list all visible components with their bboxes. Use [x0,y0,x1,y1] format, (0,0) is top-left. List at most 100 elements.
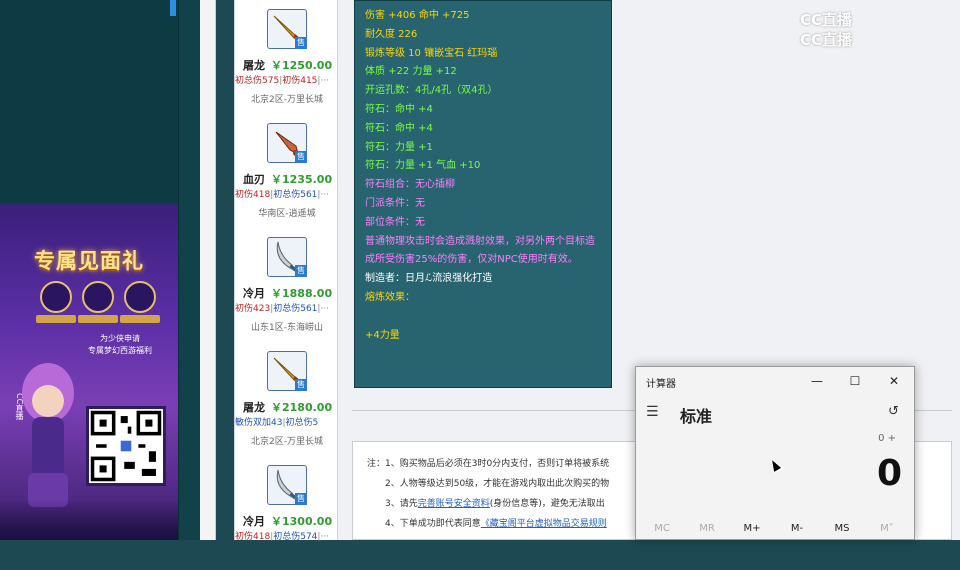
product-item[interactable]: 售 冷月 ￥1300.00 初伤418|初总伤574|··· [235,456,339,570]
product-price: ￥2180.00 [271,401,333,414]
tooltip-line: 体质 +22 力量 +12 [365,66,457,78]
hamburger-menu-icon[interactable]: ☰ [646,404,659,420]
maximize-button[interactable]: ☐ [842,371,868,391]
trade-rules-link[interactable]: 《藏宝阁平台虚拟物品交易规则 [481,519,607,529]
product-server: 北京2区-万里长城 [251,437,323,447]
product-name: 冷月 [243,287,265,300]
product-tag: 初伤415 [282,76,318,86]
weapon-thumbnail[interactable]: 售 [267,351,307,391]
tooltip-line: 符石：力量 +1 气血 +10 [365,160,481,172]
note-text: 3、请先 [385,499,418,509]
product-tags: 初伤418|初总伤574|··· [235,532,330,542]
for-sale-badge: 售 [295,37,307,49]
qr-code [86,406,166,486]
product-tags: 敏伤双加43|初总伤5 [235,418,319,428]
memory-button-ms[interactable]: MS [822,523,862,534]
product-tag: 初总伤574 [273,532,318,542]
product-tag: 初伤418 [235,532,271,542]
promo-title: 专属见面礼 [34,248,144,273]
product-name: 屠龙 [243,401,265,414]
product-tag: 初总伤561 [273,190,318,200]
for-sale-badge: 售 [295,151,307,163]
calculator-window[interactable]: 计算器 — ☐ ✕ ☰ 标准 ↺ 0 + 0 MC MR M+ M- MS M˅ [635,366,915,540]
product-tags: 初伤423|初总伤561|··· [235,304,330,314]
for-sale-badge: 售 [295,265,307,277]
tooltip-line: 制造者：日月ℒ流浪强化打造 [365,273,493,285]
tooltip-line: +4力量 [365,329,400,341]
for-sale-badge: 售 [295,493,307,505]
memory-button-m-[interactable]: M- [777,523,817,534]
calculator-expression: 0 + [878,433,896,444]
watermark-text: CC直播 [800,31,853,49]
tooltip-line [365,308,601,327]
scroll-gutter[interactable] [200,0,216,540]
weapon-thumbnail[interactable]: 售 [267,9,307,49]
memory-button-mr: MR [699,523,715,534]
tooltip-line: 普通物理攻击时会造成溅射效果，对另外两个目标造成所受伤害25%的伤害，仅对NPC… [365,235,595,266]
left-dark-panel [0,0,178,203]
product-name: 冷月 [243,515,265,528]
product-list: 售 屠龙 ￥1250.00 初总伤575|初伤415|··· 北京2区-万里长城… [234,0,339,542]
product-price: ￥1235.00 [271,173,333,186]
tooltip-line: 熔炼效果： [365,291,415,303]
product-name: 血刃 [243,173,265,186]
weapon-thumbnail[interactable]: 售 [267,465,307,505]
product-price: ￥1300.00 [271,515,333,528]
tooltip-line: 部位条件：无 [365,216,425,228]
promo-subtitle: 为少侠申请 专属梦幻西游福利 [70,333,170,357]
left-divider [178,0,200,540]
minimize-button[interactable]: — [804,371,830,391]
product-tag: 敏伤双加43 [235,418,283,428]
history-icon[interactable]: ↺ [888,404,899,419]
product-item[interactable]: 售 屠龙 ￥1250.00 初总伤575|初伤415|··· 北京2区-万里长城 [235,0,339,114]
product-item[interactable]: 售 屠龙 ￥2180.00 敏伤双加43|初总伤5 北京2区-万里长城 [235,342,339,456]
tooltip-line: 开运孔数：4孔/4孔（双4孔） [365,85,498,97]
tooltip-line: 伤害 +406 命中 +725 [365,10,470,21]
product-name: 屠龙 [243,59,265,72]
tooltip-line: 耐久度 226 [365,28,418,40]
promo-caption-bar [120,315,160,323]
product-tag: 初总伤575 [235,76,280,86]
promo-caption-bar [78,315,118,323]
promo-subtitle-line: 为少侠申请 [100,334,140,343]
product-tag: 初总伤5 [285,418,319,428]
tooltip-line: 符石组合：无心插柳 [365,179,455,191]
product-tags: 初伤418|初总伤561|··· [235,190,330,200]
tooltip-line: 符石：命中 +4 [365,103,433,115]
weapon-thumbnail[interactable]: 售 [267,123,307,163]
product-tag: 初伤418 [235,190,271,200]
note-text: 4、下单成功即代表同意 [385,519,481,529]
for-sale-badge: 售 [295,379,307,391]
product-server: 山东1区-东海崂山 [251,323,323,333]
product-server: 北京2区-万里长城 [251,95,323,105]
window-title: 计算器 [646,379,676,390]
memory-button-m+[interactable]: M+ [732,523,772,534]
promo-banner[interactable]: 专属见面礼 为少侠申请 专属梦幻西游福利 CC直播 [0,203,178,540]
promo-gift-icon [82,281,114,313]
promo-gift-icon [124,281,156,313]
tooltip-line: 符石：命中 +4 [365,122,433,134]
promo-gift-icon [40,281,72,313]
item-tooltip: 伤害 +406 命中 +725 耐久度 226 锻炼等级 10 镶嵌宝石 红玛瑙 体质… [354,0,612,388]
tooltip-line: 锻炼等级 10 镶嵌宝石 红玛瑙 [365,47,498,59]
calculator-mode: 标准 [680,407,713,426]
character-illustration [22,363,74,507]
watermark-text: CC直播 [800,11,853,29]
weapon-thumbnail[interactable]: 售 [267,237,307,277]
product-server: 华南区-逍遥城 [258,209,316,219]
product-price: ￥1250.00 [271,59,333,72]
watermark: CC直播 CC直播 [800,10,852,50]
product-tag: 初伤423 [235,304,271,314]
memory-button-mc: MC [654,523,670,534]
tooltip-line: 符石：力量 +1 [365,141,433,153]
product-item[interactable]: 售 冷月 ￥1888.00 初伤423|初总伤561|··· 山东1区-东海崂山 [235,228,339,342]
security-info-link[interactable]: 完善账号安全资料 [418,499,490,509]
memory-button-m: M˅ [880,523,894,534]
product-item[interactable]: 售 血刃 ￥1235.00 初伤418|初总伤561|··· 华南区-逍遥城 [235,114,339,228]
calculator-display: 0 [876,453,902,494]
product-price: ￥1888.00 [271,287,333,300]
close-button[interactable]: ✕ [881,371,907,391]
promo-caption-bar [36,315,76,323]
tooltip-line: 门派条件：无 [365,197,425,209]
product-tag: 初总伤561 [273,304,318,314]
